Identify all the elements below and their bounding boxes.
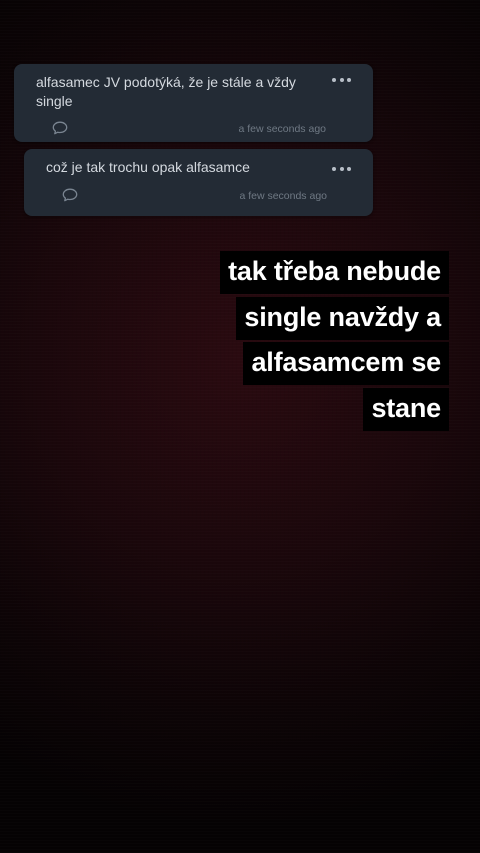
comment-text: alfasamec JV podotýká, že je stále a vžd… bbox=[36, 74, 296, 109]
more-options-icon[interactable] bbox=[332, 166, 351, 172]
speech-bubble-icon[interactable] bbox=[52, 121, 68, 135]
comment-card[interactable]: alfasamec JV podotýká, že je stále a vžd… bbox=[14, 64, 373, 142]
story-caption: tak třeba nebude single navždy a alfasam… bbox=[189, 249, 449, 431]
story-screen: { "comments": [ { "text": "alfasamec JV … bbox=[0, 0, 480, 853]
comment-text: což je tak trochu opak alfasamce bbox=[46, 159, 250, 175]
more-options-icon[interactable] bbox=[332, 77, 351, 83]
comment-timestamp: a few seconds ago bbox=[239, 190, 327, 202]
comment-card[interactable]: což je tak trochu opak alfasamce a few s… bbox=[24, 149, 373, 216]
speech-bubble-icon[interactable] bbox=[62, 188, 78, 202]
story-caption-text: tak třeba nebude single navždy a alfasam… bbox=[220, 251, 449, 431]
comment-timestamp: a few seconds ago bbox=[238, 123, 326, 135]
